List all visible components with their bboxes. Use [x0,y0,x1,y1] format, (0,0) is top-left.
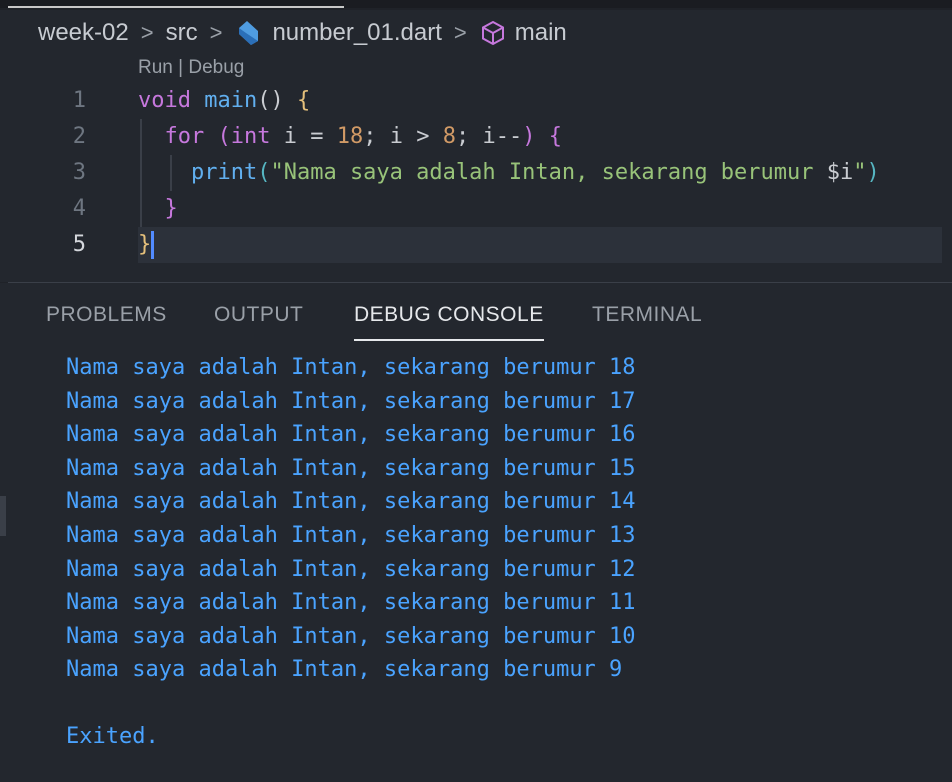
codelens: Run | Debug [138,57,244,79]
console-line: Nama saya adalah Intan, sekarang berumur… [66,623,636,649]
scrollbar-thumb[interactable] [0,496,6,536]
tab-label: DEBUG CONSOLE [354,303,544,326]
console-line: Nama saya adalah Intan, sekarang berumur… [66,522,636,548]
brace: { [296,88,311,113]
tab-debug-console[interactable]: DEBUG CONSOLE [354,303,544,341]
console-line: Nama saya adalah Intan, sekarang berumur… [66,355,636,380]
console-line: Nama saya adalah Intan, sekarang berumur… [66,489,636,515]
bottom-panel: PROBLEMS OUTPUT DEBUG CONSOLE TERMINAL N… [0,283,952,782]
console-line: Nama saya adalah Intan, sekarang berumur… [66,590,636,616]
codelens-run-link[interactable]: Run [138,57,173,78]
line-number: 2 [72,124,86,149]
interpolation: $i [826,160,854,185]
code-line-3: 3 print("Nama saya adalah Intan, sekaran… [0,155,952,191]
cube-icon [481,20,504,46]
code-line-1: 1 void main() { [0,83,952,119]
breadcrumb-file[interactable]: number_01.dart [272,19,441,47]
console-exit-message: Exited. [66,723,159,749]
keyword: for [164,124,205,149]
debug-console-output[interactable]: Nama saya adalah Intan, sekarang berumur… [66,351,636,754]
console-line: Nama saya adalah Intan, sekarang berumur… [66,388,636,414]
variable: i [389,124,403,149]
breadcrumb-separator: > [209,20,223,45]
breadcrumb-separator: > [140,20,154,45]
active-tab-indicator [8,6,344,8]
paren: ) [866,160,880,185]
decrement: i-- [482,124,523,149]
codelens-debug-link[interactable]: Debug [188,57,244,78]
active-tab-underline [354,339,544,341]
tab-terminal[interactable]: TERMINAL [592,303,702,327]
keyword: void [138,88,191,113]
brace: { [548,124,562,149]
current-line-highlight [138,227,942,263]
breadcrumb-folder-week[interactable]: week-02 [38,19,129,47]
line-number: 3 [72,160,86,185]
breadcrumb-folder-src[interactable]: src [166,19,198,47]
type-keyword: int [230,124,271,149]
variable: i [283,124,297,149]
paren: () [257,88,284,113]
breadcrumb-symbol[interactable]: main [515,19,567,47]
text-cursor [151,231,155,259]
codelens-separator: | [172,57,189,78]
console-line: Nama saya adalah Intan, sekarang berumur… [66,455,636,481]
brace: } [138,232,152,257]
console-line: Nama saya adalah Intan, sekarang berumur… [66,556,636,582]
function-name: print [190,160,258,185]
semicolon: ; [456,124,470,149]
line-number: 1 [72,88,86,113]
line-number: 5 [72,232,86,257]
operator: > [416,124,430,149]
tab-output[interactable]: OUTPUT [214,303,303,327]
string-end: " [853,160,867,185]
code-line-5: 5 } [0,227,952,263]
console-line: Nama saya adalah Intan, sekarang berumur… [66,422,636,448]
code-editor[interactable]: Run | Debug 1 void main() { 2 for (int i… [0,56,952,282]
code-line-4: 4 } [0,191,952,227]
paren: ( [217,124,231,149]
string-literal: "Nama saya adalah Intan, sekarang berumu… [270,160,827,185]
tab-problems[interactable]: PROBLEMS [46,303,167,327]
operator: = [310,124,324,149]
tab-bar-strip [0,0,952,8]
panel-tabs: PROBLEMS OUTPUT DEBUG CONSOLE TERMINAL [0,283,952,343]
code-line-2: 2 for (int i = 18; i > 8; i--) { [0,119,952,155]
brace: } [164,196,178,221]
dart-file-icon [239,21,259,45]
line-number: 4 [72,196,86,221]
breadcrumb-separator: > [453,20,467,45]
semicolon: ; [363,124,377,149]
console-line: Nama saya adalah Intan, sekarang berumur… [66,657,623,683]
paren: ( [257,160,271,185]
number-literal: 18 [336,124,364,149]
number-literal: 8 [442,124,456,149]
paren: ) [522,124,536,149]
function-name: main [204,88,258,113]
breadcrumb: week-02 > src > number_01.dart > main [0,10,952,56]
